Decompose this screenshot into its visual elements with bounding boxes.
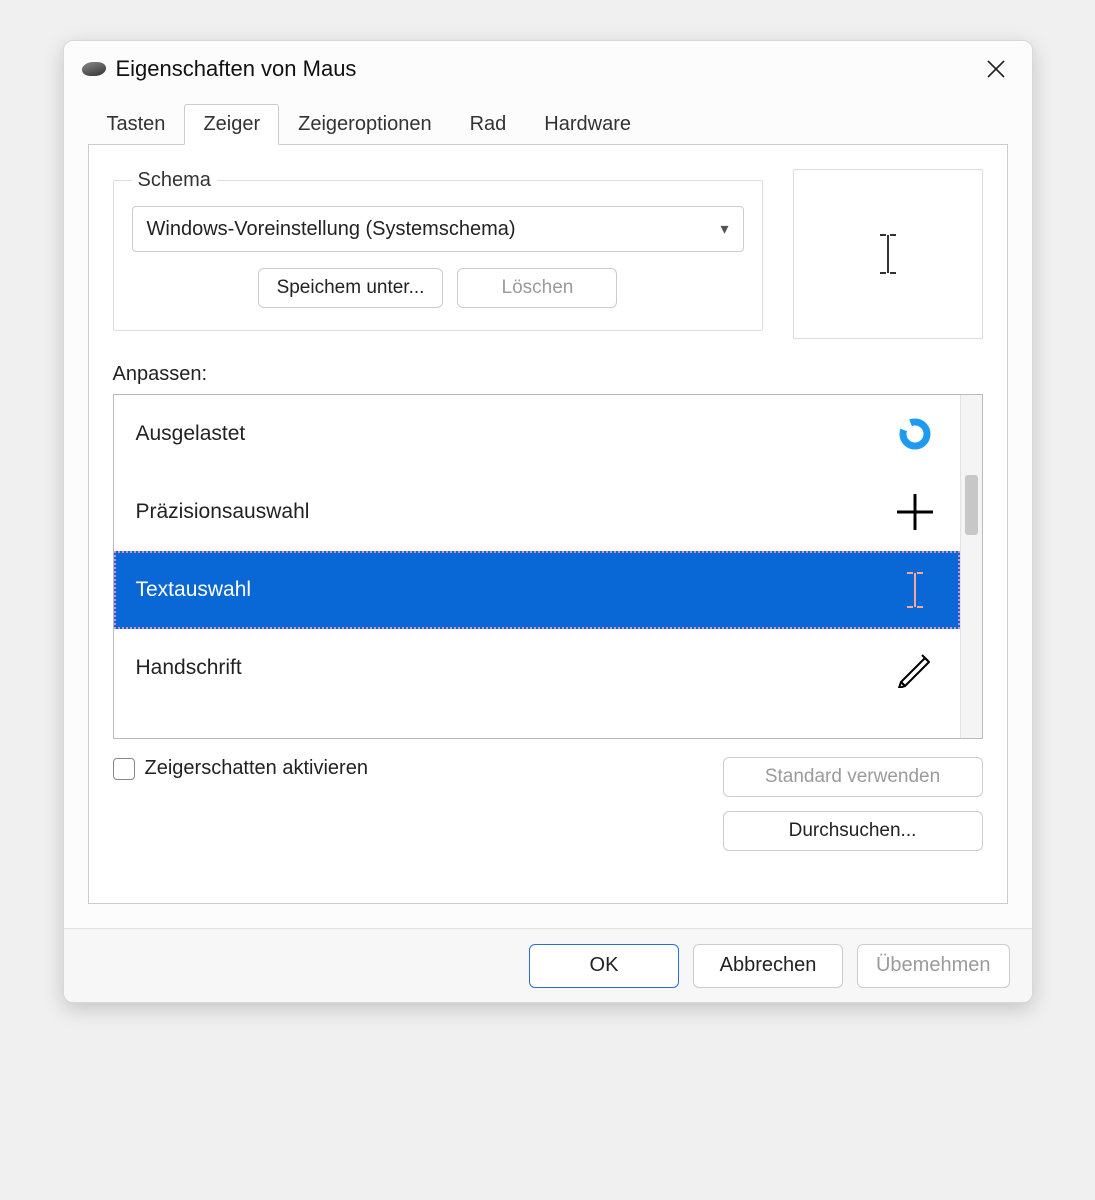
mouse-icon <box>80 62 106 76</box>
schema-dropdown[interactable]: Windows-Voreinstellung (Systemschema) ▾ <box>132 206 744 252</box>
list-item-label: Handschrift <box>136 656 242 680</box>
list-item-label: Textauswahl <box>136 578 252 602</box>
dialog-title: Eigenschaften von Maus <box>116 56 357 82</box>
tab-zeiger[interactable]: Zeiger <box>184 104 279 145</box>
apply-button: Übemehmen <box>857 944 1010 988</box>
delete-button: Löschen <box>457 268 617 308</box>
chevron-down-icon: ▾ <box>720 219 728 239</box>
list-item-label: Präzisionsauswahl <box>136 500 310 524</box>
tab-strip: Tasten Zeiger Zeigeroptionen Rad Hardwar… <box>88 103 1008 144</box>
tab-tasten[interactable]: Tasten <box>88 104 185 145</box>
schema-legend: Schema <box>132 169 217 192</box>
close-button[interactable] <box>974 47 1018 91</box>
list-item-ausgelastet[interactable]: Ausgelastet <box>114 395 960 473</box>
use-default-button: Standard verwenden <box>723 757 983 797</box>
list-item-label: Ausgelastet <box>136 422 246 446</box>
busy-ring-icon <box>892 411 938 457</box>
cursor-list: Ausgelastet Präzisionsauswahl <box>113 394 983 739</box>
customize-label: Anpassen: <box>113 363 983 386</box>
titlebar: Eigenschaften von Maus <box>64 41 1032 97</box>
ibeam-icon <box>892 567 938 613</box>
checkbox-box[interactable] <box>113 758 135 780</box>
list-item-handschrift[interactable]: Handschrift <box>114 629 960 707</box>
tab-panel-zeiger: Schema Windows-Voreinstellung (Systemsch… <box>88 144 1008 904</box>
schema-dropdown-value: Windows-Voreinstellung (Systemschema) <box>147 218 516 241</box>
tab-zeigeroptionen[interactable]: Zeigeroptionen <box>279 104 450 145</box>
browse-button[interactable]: Durchsuchen... <box>723 811 983 851</box>
cancel-button[interactable]: Abbrechen <box>693 944 843 988</box>
ok-button[interactable]: OK <box>529 944 679 988</box>
crosshair-icon <box>892 489 938 535</box>
ibeam-icon <box>877 232 899 276</box>
schema-group: Schema Windows-Voreinstellung (Systemsch… <box>113 169 763 331</box>
list-scrollbar[interactable] <box>960 395 982 738</box>
list-item-textauswahl[interactable]: Textauswahl <box>114 551 960 629</box>
cursor-preview <box>793 169 983 339</box>
pointer-shadow-checkbox[interactable]: Zeigerschatten aktivieren <box>113 757 368 780</box>
save-as-button[interactable]: Speichem unter... <box>258 268 444 308</box>
tab-rad[interactable]: Rad <box>451 104 526 145</box>
scrollbar-thumb[interactable] <box>965 475 978 535</box>
dialog-footer: OK Abbrechen Übemehmen <box>64 928 1032 1002</box>
pen-icon <box>892 645 938 691</box>
list-item-praezisionsauswahl[interactable]: Präzisionsauswahl <box>114 473 960 551</box>
close-icon <box>987 60 1005 78</box>
mouse-properties-dialog: Eigenschaften von Maus Tasten Zeiger Zei… <box>63 40 1033 1003</box>
tab-hardware[interactable]: Hardware <box>525 104 650 145</box>
checkbox-label: Zeigerschatten aktivieren <box>145 757 368 780</box>
